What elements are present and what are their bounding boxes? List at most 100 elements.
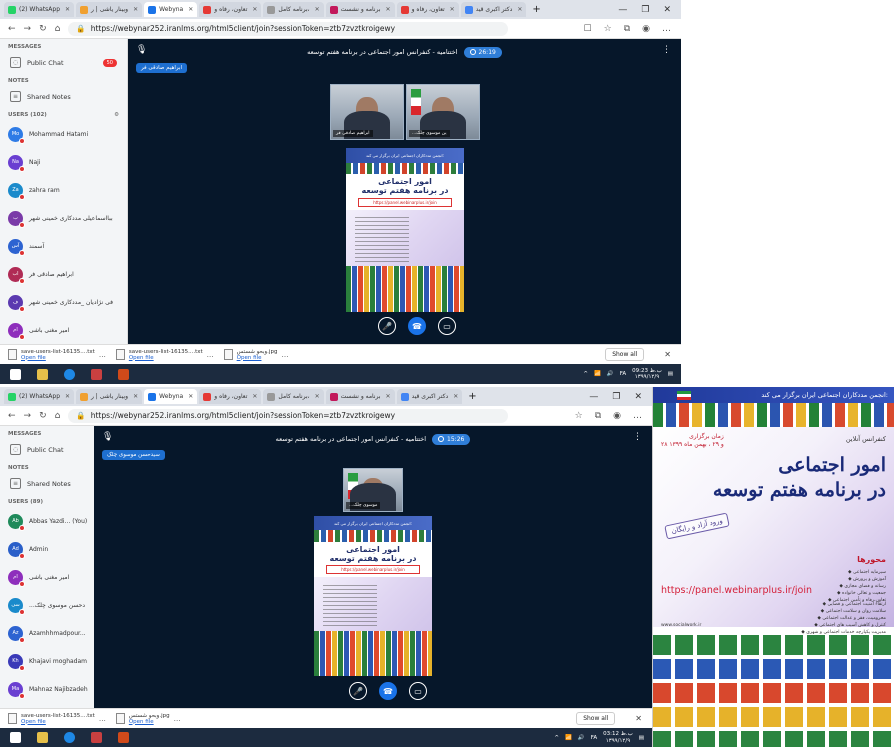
- home-icon[interactable]: ⌂: [55, 24, 61, 34]
- webcam-video[interactable]: ابراهیم صادقی فر: [330, 84, 404, 140]
- more-icon[interactable]: …: [281, 351, 288, 359]
- browser-tab[interactable]: برنامه و نشست ✕: [325, 2, 395, 17]
- profile-icon[interactable]: ◉: [613, 411, 621, 421]
- browser-tab[interactable]: (2) WhatsApp ✕: [4, 389, 74, 404]
- more-icon[interactable]: …: [99, 715, 106, 723]
- user-list-item[interactable]: ف فی نژادیان _مددکاری خمینی شهر: [0, 288, 127, 316]
- more-icon[interactable]: …: [99, 351, 106, 359]
- close-icon[interactable]: ✕: [315, 6, 320, 13]
- close-icon[interactable]: ✕: [252, 6, 257, 13]
- browser-tab[interactable]: برنامه کامل، ✕: [263, 2, 324, 17]
- back-icon[interactable]: ←: [8, 411, 16, 421]
- close-icon[interactable]: ✕: [453, 393, 458, 400]
- close-icon[interactable]: ✕: [386, 393, 391, 400]
- app-icon[interactable]: [91, 368, 102, 380]
- gear-icon[interactable]: ⚙: [114, 112, 119, 118]
- options-menu-icon[interactable]: ⋮: [633, 432, 642, 442]
- menu-icon[interactable]: …: [633, 411, 642, 421]
- language-indicator[interactable]: FA: [591, 735, 597, 741]
- url-field[interactable]: 🔒 https://webynar252.iranlms.org/html5cli…: [68, 408, 509, 423]
- file-explorer-icon[interactable]: [37, 368, 48, 380]
- tray-arrow-icon[interactable]: ^: [583, 371, 588, 377]
- browser-tab[interactable]: برنامه و نشست ✕: [325, 389, 395, 404]
- close-icon[interactable]: ✕: [133, 6, 138, 13]
- browser-tab[interactable]: تعاون، رفاه و ✕: [199, 389, 262, 404]
- open-file-link[interactable]: Open file: [21, 719, 95, 725]
- powerpoint-icon[interactable]: [118, 732, 129, 743]
- forward-icon[interactable]: →: [24, 24, 32, 34]
- close-icon[interactable]: ✕: [315, 393, 320, 400]
- home-icon[interactable]: ⌂: [55, 411, 61, 421]
- volume-icon[interactable]: 🔊: [607, 371, 614, 377]
- start-icon[interactable]: [10, 732, 21, 743]
- close-icon[interactable]: ✕: [386, 6, 391, 13]
- close-window-icon[interactable]: ✕: [663, 5, 671, 15]
- tray-arrow-icon[interactable]: ^: [554, 735, 559, 741]
- edge-icon[interactable]: [64, 368, 75, 380]
- network-icon[interactable]: 📶: [565, 735, 572, 741]
- share-screen-icon[interactable]: ▭: [409, 682, 427, 700]
- close-icon[interactable]: ✕: [188, 6, 193, 13]
- mute-icon[interactable]: 🎤: [349, 682, 367, 700]
- close-icon[interactable]: ✕: [65, 393, 70, 400]
- read-aloud-icon[interactable]: ☐: [584, 24, 592, 34]
- user-list-item[interactable]: Mo Mohammad Hatami: [0, 120, 127, 148]
- webcam-video[interactable]: ...ین موسوی چلک: [406, 84, 480, 140]
- file-explorer-icon[interactable]: [37, 732, 48, 743]
- download-item[interactable]: وبحو شستس.jpg Open file…: [223, 349, 288, 361]
- close-icon[interactable]: ✕: [188, 393, 193, 400]
- collections-icon[interactable]: ⧉: [595, 411, 601, 421]
- reload-icon[interactable]: ↻: [39, 24, 47, 34]
- browser-tab[interactable]: دکتر اکبری قید ✕: [460, 2, 527, 17]
- forward-icon[interactable]: →: [24, 411, 32, 421]
- open-file-link[interactable]: Open file: [21, 355, 95, 361]
- clock[interactable]: 09:23 ب.ظ ۱۳۹۹/۱۲/۹: [632, 368, 662, 380]
- close-download-bar-icon[interactable]: ✕: [654, 350, 681, 359]
- start-icon[interactable]: [10, 368, 21, 380]
- shared-notes-item[interactable]: ≡ Shared Notes: [0, 86, 127, 107]
- clock[interactable]: 03:12 ب.ظ ۱۳۹۹/۱۲/۹: [603, 731, 633, 743]
- more-icon[interactable]: …: [207, 351, 214, 359]
- maximize-icon[interactable]: ❐: [641, 5, 649, 15]
- download-item[interactable]: save-users-list-16135....txt Open file…: [8, 349, 106, 361]
- browser-tab[interactable]: وبینار یاشی | ر ✕: [76, 2, 143, 17]
- url-field[interactable]: 🔒 https://webynar252.iranlms.org/html5cli…: [68, 21, 509, 36]
- recording-indicator[interactable]: 26:19: [463, 46, 502, 58]
- menu-icon[interactable]: …: [662, 24, 671, 34]
- back-icon[interactable]: ←: [8, 24, 16, 34]
- open-file-link[interactable]: Open file: [129, 355, 203, 361]
- user-list-item[interactable]: Za zahra ram: [0, 176, 127, 204]
- user-list-item[interactable]: Na Naji: [0, 148, 127, 176]
- collections-icon[interactable]: ⧉: [624, 24, 630, 34]
- close-download-bar-icon[interactable]: ✕: [625, 714, 652, 723]
- browser-tab[interactable]: تعاون، رفاه و ✕: [396, 2, 459, 17]
- download-item[interactable]: save-users-list-16135....txt Open file…: [8, 713, 106, 725]
- new-tab-icon[interactable]: +: [528, 4, 544, 15]
- browser-tab[interactable]: دکتر اکبری قید ✕: [396, 389, 463, 404]
- favorite-icon[interactable]: ☆: [575, 411, 583, 421]
- leave-audio-icon[interactable]: ☎: [408, 317, 426, 335]
- user-list-item[interactable]: ام امیر مغنی باشی: [0, 316, 127, 344]
- download-item[interactable]: وبحو شستس.jpg Open file…: [115, 713, 181, 725]
- close-window-icon[interactable]: ✕: [634, 392, 642, 402]
- browser-tab[interactable]: وبینار یاشی | ر ✕: [76, 389, 143, 404]
- more-icon[interactable]: …: [174, 715, 181, 723]
- edge-icon[interactable]: [64, 732, 75, 743]
- new-tab-icon[interactable]: +: [464, 391, 480, 402]
- open-file-link[interactable]: Open file: [129, 719, 170, 725]
- user-list-item[interactable]: آس آسمند: [0, 232, 127, 260]
- close-icon[interactable]: ✕: [252, 393, 257, 400]
- notification-icon[interactable]: ▤: [639, 735, 644, 741]
- public-chat-item[interactable]: ◌ Public Chat 50: [0, 52, 127, 73]
- language-indicator[interactable]: FA: [620, 371, 626, 377]
- browser-tab[interactable]: تعاون، رفاه و ✕: [199, 2, 262, 17]
- powerpoint-icon[interactable]: [118, 368, 129, 380]
- options-menu-icon[interactable]: ⋮: [662, 45, 671, 55]
- reload-icon[interactable]: ↻: [39, 411, 47, 421]
- close-icon[interactable]: ✕: [517, 6, 522, 13]
- profile-icon[interactable]: ◉: [642, 24, 650, 34]
- close-icon[interactable]: ✕: [133, 393, 138, 400]
- user-list-item[interactable]: اب ابراهیم صادقی فر: [0, 260, 127, 288]
- browser-tab-active[interactable]: Webyna ✕: [144, 389, 198, 404]
- browser-tab[interactable]: (2) WhatsApp ✕: [4, 2, 74, 17]
